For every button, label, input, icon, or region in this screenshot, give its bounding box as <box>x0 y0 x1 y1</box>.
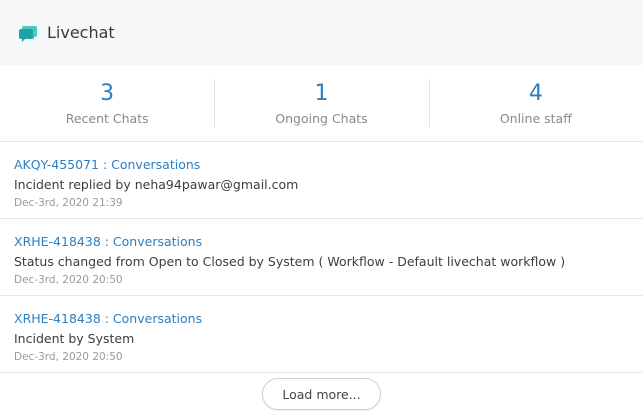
conversation-link[interactable]: XRHE-418438 : Conversations <box>14 310 202 327</box>
conversation-link[interactable]: AKQY-455071 : Conversations <box>14 156 200 173</box>
activity-description: Incident replied by neha94pawar@gmail.co… <box>14 177 299 192</box>
widget-footer: Load more... <box>0 373 643 410</box>
conversation-link[interactable]: XRHE-418438 : Conversations <box>14 233 202 250</box>
stat-value: 3 <box>100 81 115 106</box>
activity-timestamp: Dec-3rd, 2020 21:39 <box>14 197 123 209</box>
activity-description: Status changed from Open to Closed by Sy… <box>14 254 566 269</box>
activity-timestamp: Dec-3rd, 2020 20:50 <box>14 274 123 286</box>
stat-ongoing-chats[interactable]: 1 Ongoing Chats <box>214 65 428 141</box>
list-item: AKQY-455071 : Conversations Incident rep… <box>0 142 643 219</box>
activity-timestamp: Dec-3rd, 2020 20:50 <box>14 351 123 363</box>
stat-value: 4 <box>528 81 543 106</box>
stat-label: Online staff <box>499 111 572 126</box>
widget-header: Livechat <box>0 0 643 65</box>
chat-bubbles-icon <box>18 24 38 42</box>
stat-recent-chats[interactable]: 3 Recent Chats <box>0 65 214 141</box>
stat-value: 1 <box>314 81 329 106</box>
activity-description: Incident by System <box>14 331 135 346</box>
stat-online-staff[interactable]: 4 Online staff <box>428 65 643 141</box>
stat-label: Ongoing Chats <box>275 111 368 126</box>
load-more-button[interactable]: Load more... <box>262 378 381 410</box>
list-item: XRHE-418438 : Conversations Incident by … <box>0 296 643 373</box>
stats-bar: 3 Recent Chats 1 Ongoing Chats 4 Online … <box>0 65 643 142</box>
activity-list: AKQY-455071 : Conversations Incident rep… <box>0 142 643 373</box>
list-item: XRHE-418438 : Conversations Status chang… <box>0 219 643 296</box>
stat-label: Recent Chats <box>65 111 149 126</box>
widget-title: Livechat <box>47 23 115 42</box>
